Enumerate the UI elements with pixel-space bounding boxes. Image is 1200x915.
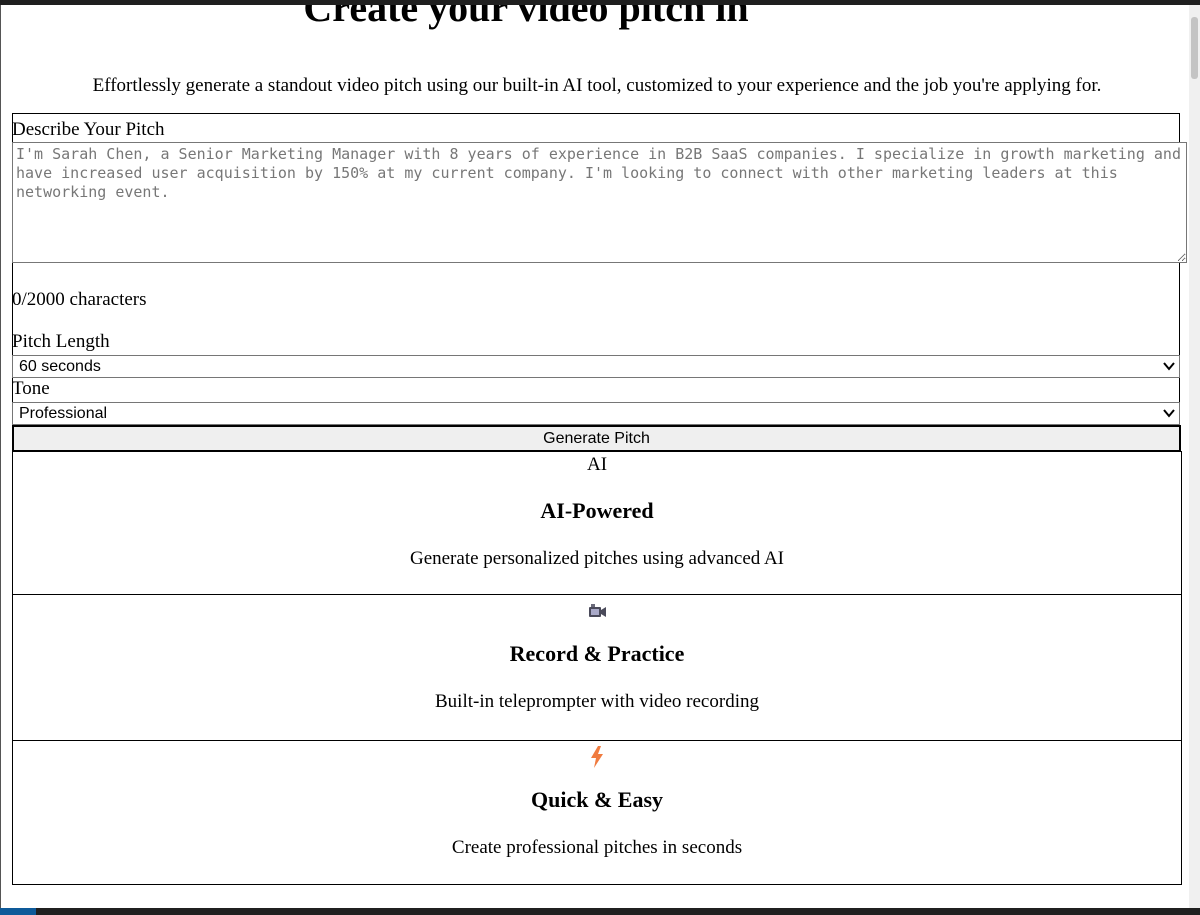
vertical-scrollbar[interactable]: [1189, 5, 1200, 908]
taskbar: [0, 908, 1200, 915]
tone-value: Professional: [19, 405, 108, 422]
tone-select[interactable]: Professional: [12, 402, 1180, 425]
browser-viewport: Create your video pitch in Effortlessly …: [0, 5, 1190, 908]
feature-card-quick-easy: Quick & Easy Create professional pitches…: [12, 740, 1182, 885]
feature-description: Create professional pitches in seconds: [451, 837, 743, 858]
pitch-length-select[interactable]: 60 seconds: [12, 355, 1180, 378]
tone-label: Tone: [12, 378, 50, 399]
describe-pitch-textarea[interactable]: [12, 142, 1187, 263]
feature-title: Quick & Easy: [530, 787, 664, 812]
generate-pitch-button[interactable]: Generate Pitch: [12, 425, 1181, 452]
chevron-down-icon: [1163, 356, 1175, 384]
feature-title: AI-Powered: [540, 498, 654, 523]
lightning-icon: [13, 743, 1181, 774]
character-count: 0/2000 characters: [12, 289, 147, 310]
page-title: Create your video pitch in: [303, 5, 749, 30]
feature-description: Generate personalized pitches using adva…: [409, 548, 785, 569]
scrollbar-thumb[interactable]: [1191, 17, 1198, 79]
feature-title: Record & Practice: [509, 641, 685, 666]
feature-description: Built-in teleprompter with video recordi…: [435, 691, 759, 712]
video-camera-icon: [13, 597, 1181, 627]
page-subtitle: Effortlessly generate a standout video p…: [92, 75, 1102, 96]
pitch-length-value: 60 seconds: [19, 358, 101, 375]
ai-text-icon: AI: [586, 454, 608, 475]
pitch-length-label: Pitch Length: [12, 331, 110, 352]
feature-card-record-practice: Record & Practice Built-in teleprompter …: [12, 594, 1182, 741]
taskbar-start-accent: [0, 908, 36, 915]
describe-pitch-label: Describe Your Pitch: [12, 119, 165, 140]
feature-card-ai-powered: AI AI-Powered Generate personalized pitc…: [12, 451, 1182, 595]
